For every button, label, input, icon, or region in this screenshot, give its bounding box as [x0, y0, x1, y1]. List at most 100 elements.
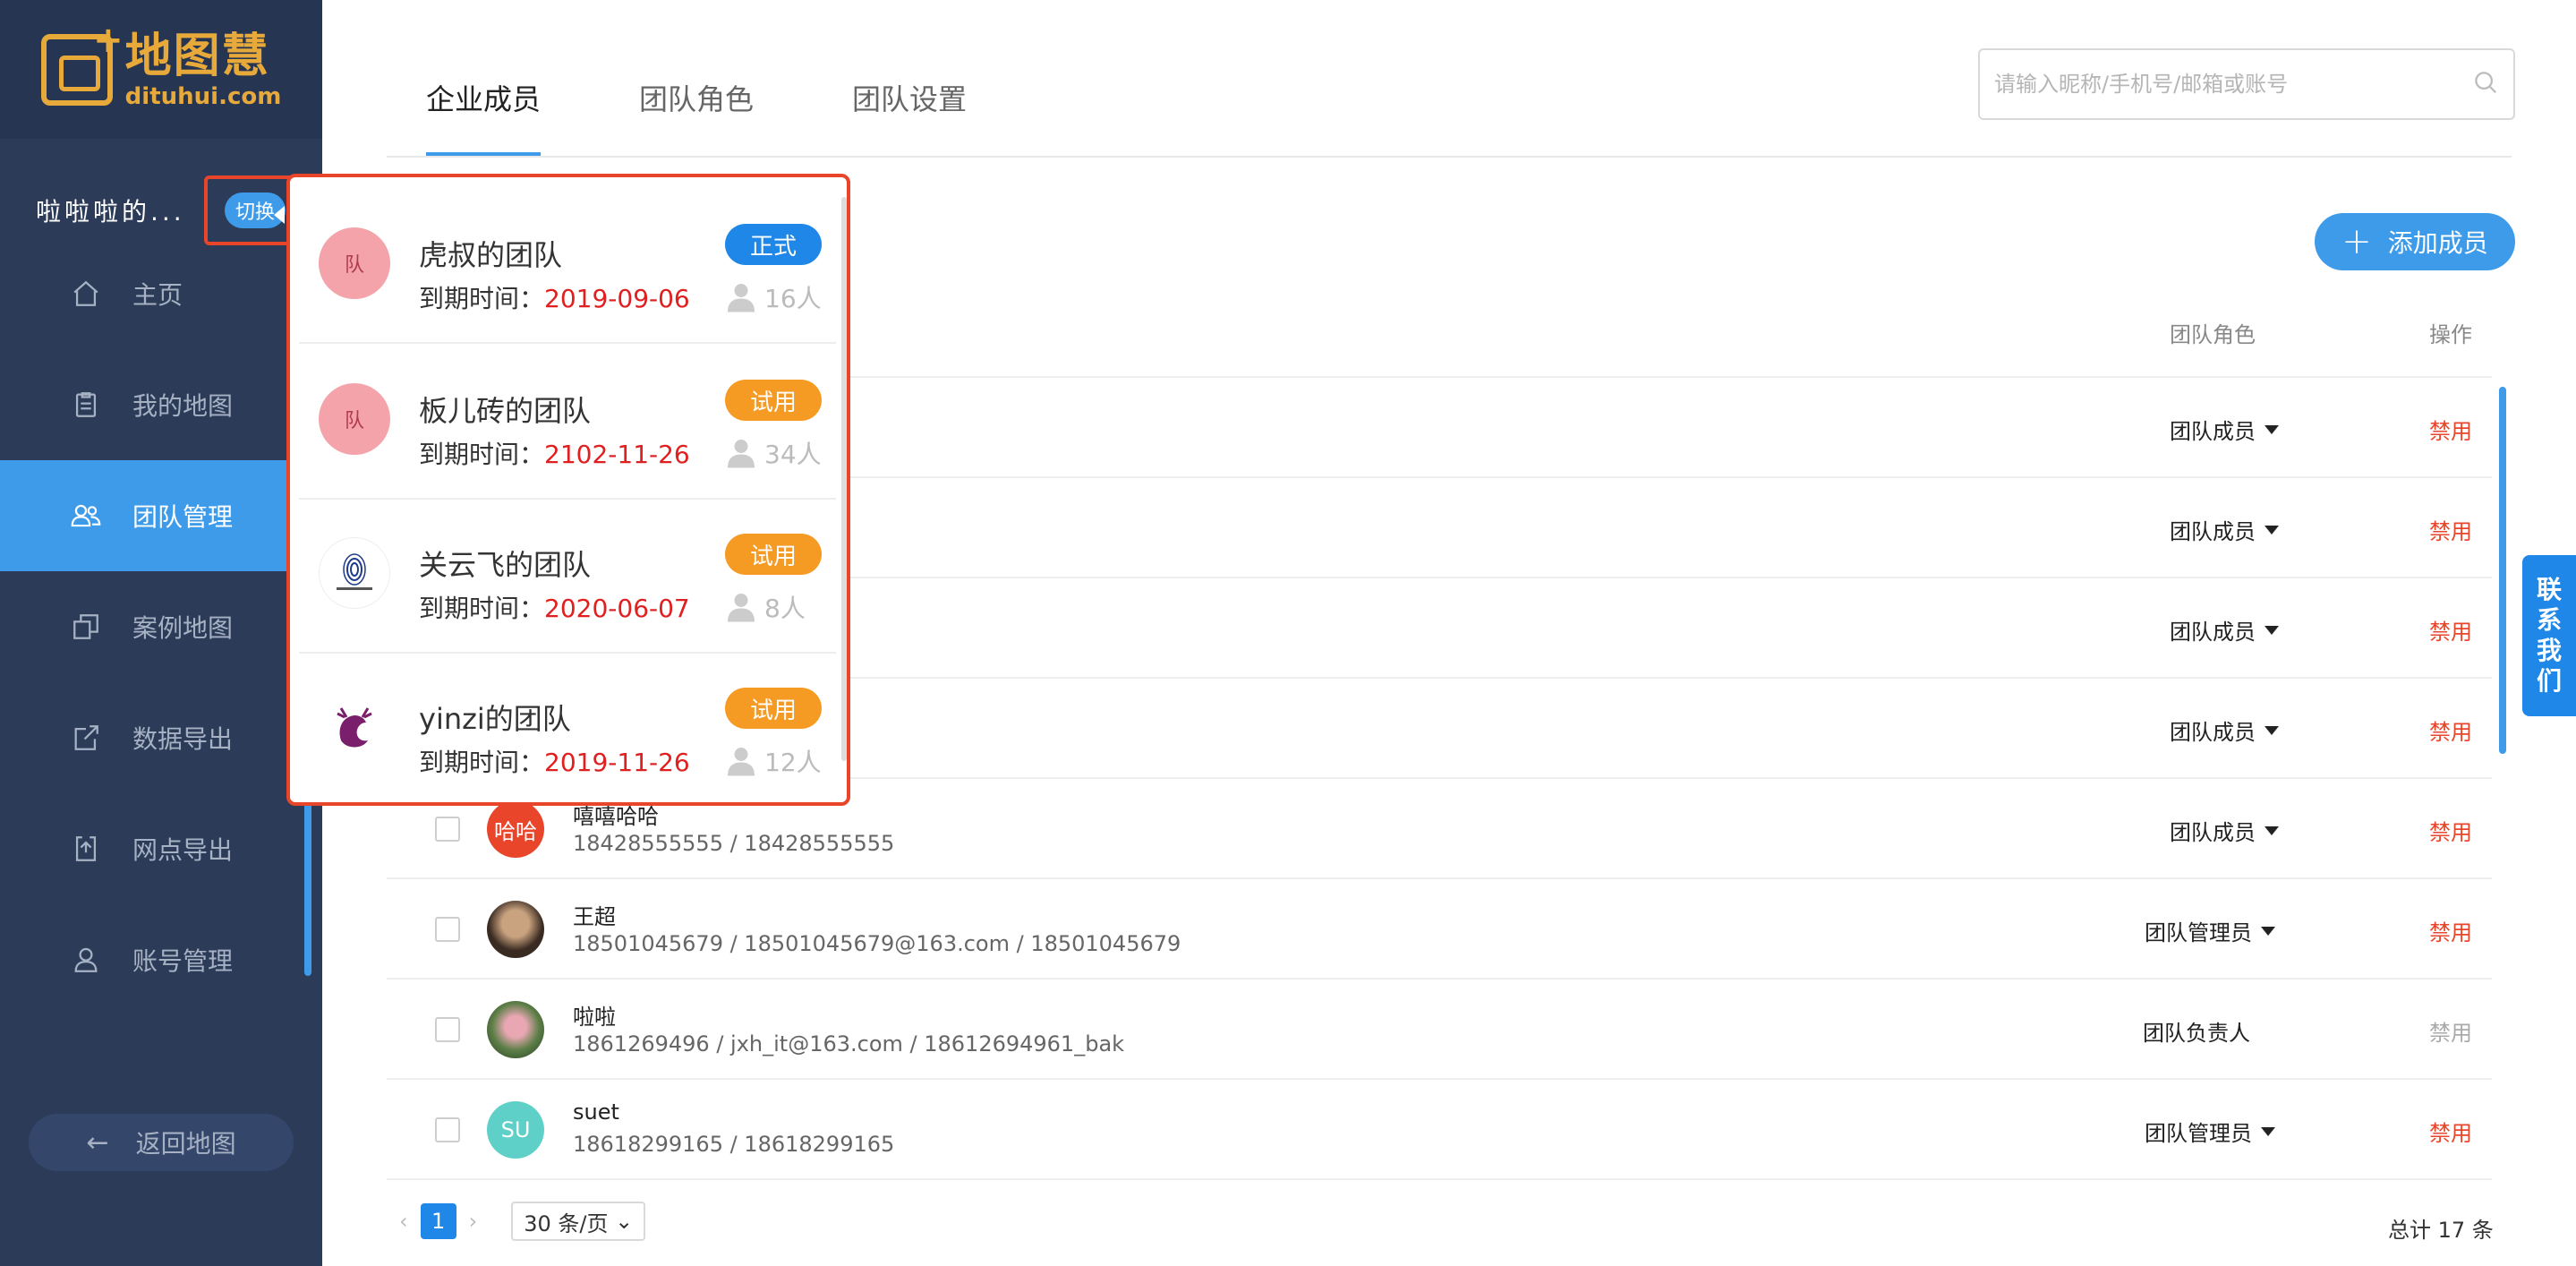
sidebar-item-my-maps[interactable]: 我的地图 — [0, 349, 322, 460]
team-switch-dropdown: 队 虎叔的团队 到期时间：2019-09-06 正式 16人 队 板儿砖的团队 … — [286, 174, 850, 806]
caret-down-icon — [2265, 725, 2279, 735]
page-button-current[interactable]: 1 — [420, 1203, 456, 1239]
disable-link[interactable]: 禁用 — [2429, 514, 2472, 545]
disable-link: 禁用 — [2429, 1021, 2472, 1046]
role-select[interactable]: 团队成员 — [2170, 414, 2279, 445]
disable-link[interactable]: 禁用 — [2429, 614, 2472, 646]
page-size-select[interactable]: 30 条/页 ⌄ — [511, 1202, 646, 1241]
team-option[interactable]: 队 虎叔的团队 到期时间：2019-09-06 正式 16人 — [299, 190, 836, 344]
team-expiry: 到期时间：2019-11-26 — [419, 743, 690, 779]
table-row: 王超 18501045679 / 18501045679@163.com / 1… — [387, 879, 2492, 979]
disable-link[interactable]: 禁用 — [2429, 714, 2472, 746]
logo-en-text: dituhui.com — [124, 82, 282, 110]
prev-page-icon[interactable]: ‹ — [399, 1209, 408, 1234]
member-contact: 18428555555 / 18428555555 — [573, 831, 895, 856]
status-badge: 试用 — [725, 534, 822, 575]
deer-logo-icon — [337, 707, 372, 748]
member-count: 34人 — [725, 435, 822, 471]
member-name: 王超 — [573, 904, 616, 929]
status-badge: 试用 — [725, 688, 822, 729]
sidebar-item-case-maps[interactable]: 案例地图 — [0, 571, 322, 682]
row-checkbox[interactable] — [435, 917, 460, 942]
contact-us-char: 们 — [2536, 666, 2562, 696]
role-value: 团队管理员 — [2145, 920, 2252, 945]
clipboard-icon — [70, 389, 102, 421]
avatar: SU — [487, 1101, 544, 1159]
disable-link[interactable]: 禁用 — [2429, 414, 2472, 445]
total-count: 总计 17 条 — [2388, 1218, 2494, 1243]
sidebar-item-label: 我的地图 — [132, 391, 234, 421]
team-expiry: 到期时间：2020-06-07 — [419, 589, 690, 625]
logo-cn-text: 地图慧 — [124, 29, 270, 83]
tab-enterprise-members[interactable]: 企业成员 — [426, 54, 542, 158]
column-header-operation: 操作 — [2429, 322, 2472, 347]
table-row: SU suet 18618299165 / 18618299165 团队管理员 … — [387, 1080, 2492, 1180]
role-select[interactable]: 团队管理员 — [2145, 1116, 2275, 1147]
sidebar-item-label: 数据导出 — [132, 724, 234, 754]
member-count: 8人 — [725, 589, 806, 625]
role-select[interactable]: 团队成员 — [2170, 815, 2279, 846]
row-checkbox[interactable] — [435, 1117, 460, 1142]
caret-down-icon — [2261, 926, 2275, 936]
arrow-left-icon: ← — [86, 1126, 109, 1159]
sidebar-scrollbar[interactable] — [304, 779, 311, 976]
team-option[interactable]: 队 板儿砖的团队 到期时间：2102-11-26 试用 34人 — [299, 346, 836, 500]
team-avatar — [319, 691, 390, 763]
team-expiry: 到期时间：2102-11-26 — [419, 435, 690, 471]
row-checkbox[interactable] — [435, 1017, 460, 1042]
tab-team-roles[interactable]: 团队角色 — [639, 54, 754, 158]
search-icon[interactable] — [2472, 69, 2499, 99]
person-icon — [728, 748, 755, 776]
caret-down-icon — [2265, 825, 2279, 835]
avatar: 哈哈 — [487, 800, 544, 858]
disable-link[interactable]: 禁用 — [2429, 915, 2472, 946]
role-value: 团队成员 — [2170, 820, 2256, 845]
page-size-value: 30 条/页 — [524, 1210, 609, 1236]
team-option[interactable]: 关云飞的团队 到期时间：2020-06-07 试用 8人 — [299, 500, 836, 654]
copy-icon — [70, 611, 102, 643]
pagination: ‹ 1 › 30 条/页 ⌄ — [387, 1202, 646, 1241]
back-to-map-button[interactable]: ← 返回地图 — [29, 1114, 294, 1171]
disable-link[interactable]: 禁用 — [2429, 1116, 2472, 1147]
chevron-down-icon: ⌄ — [615, 1209, 634, 1234]
dropdown-scrollbar[interactable] — [841, 197, 847, 761]
search-input[interactable] — [1994, 72, 2472, 97]
role-value: 团队成员 — [2170, 620, 2256, 645]
expiry-label: 到期时间： — [419, 594, 545, 623]
contact-us-tab[interactable]: 联 系 我 们 — [2522, 555, 2576, 716]
disable-link[interactable]: 禁用 — [2429, 815, 2472, 846]
tab-team-settings[interactable]: 团队设置 — [852, 54, 967, 158]
logo[interactable]: + 地图慧 dituhui.com — [0, 0, 322, 139]
sidebar-item-account-management[interactable]: 账号管理 — [0, 904, 322, 1015]
sidebar: + 地图慧 dituhui.com 啦啦啦的... 切换 主页 我的地图 团队管… — [0, 0, 322, 1266]
logo-icon: + — [40, 20, 124, 106]
role-value: 团队成员 — [2170, 419, 2256, 444]
next-page-icon[interactable]: › — [469, 1209, 478, 1234]
team-option[interactable]: yinzi的团队 到期时间：2019-11-26 试用 12人 — [299, 654, 836, 802]
role-select[interactable]: 团队成员 — [2170, 614, 2279, 646]
caret-down-icon — [2265, 525, 2279, 535]
role-select[interactable]: 团队管理员 — [2145, 915, 2275, 946]
sidebar-item-home[interactable]: 主页 — [0, 238, 322, 349]
row-checkbox[interactable] — [435, 817, 460, 842]
team-switcher: 啦啦啦的... 切换 — [36, 175, 306, 245]
role-value: 团队管理员 — [2145, 1121, 2252, 1146]
sidebar-item-data-export[interactable]: 数据导出 — [0, 682, 322, 793]
team-option-name: 关云飞的团队 — [419, 548, 592, 582]
member-count-value: 16人 — [764, 284, 822, 313]
contact-us-char: 我 — [2536, 636, 2562, 665]
role-select[interactable]: 团队成员 — [2170, 714, 2279, 746]
member-count: 12人 — [725, 743, 822, 779]
user-icon — [70, 944, 102, 976]
export-icon — [70, 722, 102, 754]
fingerprint-logo-icon — [337, 553, 372, 590]
sidebar-item-outlet-export[interactable]: 网点导出 — [0, 793, 322, 904]
table-row: 啦啦 1861269496 / jxh_it@163.com / 1861269… — [387, 979, 2492, 1080]
tab-divider — [387, 156, 2512, 158]
table-scrollbar[interactable] — [2499, 387, 2506, 754]
person-icon — [728, 594, 755, 622]
add-member-button[interactable]: + 添加成员 — [2315, 213, 2515, 270]
person-icon — [728, 440, 755, 468]
role-select[interactable]: 团队成员 — [2170, 514, 2279, 545]
sidebar-item-team-management[interactable]: 团队管理 — [0, 460, 322, 571]
